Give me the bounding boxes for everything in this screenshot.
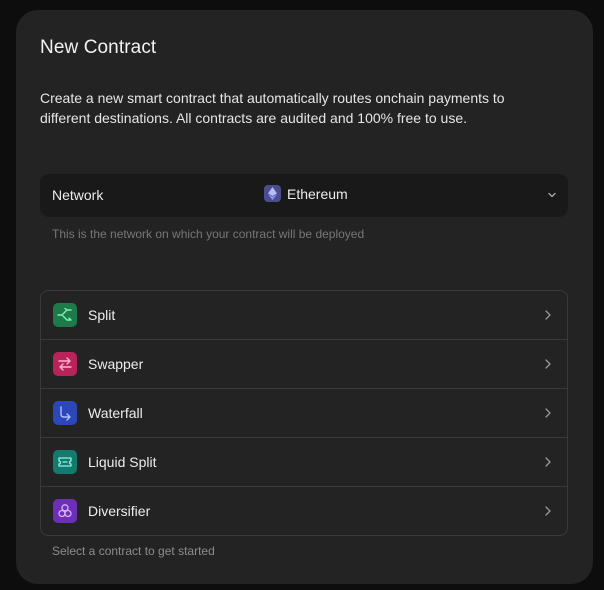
contract-option-label: Split (88, 307, 116, 323)
contract-option-label: Waterfall (88, 405, 143, 421)
diversifier-icon (53, 499, 77, 523)
chevron-right-icon (545, 457, 551, 467)
liquid-split-icon (53, 450, 77, 474)
dialog-title: New Contract (40, 37, 157, 58)
chevron-right-icon (545, 359, 551, 369)
network-help-text: This is the network on which your contra… (52, 227, 365, 241)
chevron-down-icon (548, 192, 556, 198)
contract-option-swapper[interactable]: Swapper (41, 340, 567, 389)
contract-option-diversifier[interactable]: Diversifier (41, 487, 567, 535)
chevron-right-icon (545, 506, 551, 516)
network-selected-label: Ethereum (287, 185, 348, 202)
network-label: Network (52, 187, 104, 203)
waterfall-icon (53, 401, 77, 425)
ethereum-icon (264, 185, 281, 202)
contract-option-label: Liquid Split (88, 454, 157, 470)
swapper-icon (53, 352, 77, 376)
network-selected-value: Ethereum (264, 185, 348, 202)
contract-option-split[interactable]: Split (41, 291, 567, 340)
contract-type-list: Split Swapper Waterfall Liquid Split Div… (40, 290, 568, 536)
contract-option-waterfall[interactable]: Waterfall (41, 389, 567, 438)
contract-help-text: Select a contract to get started (52, 544, 215, 558)
split-icon (53, 303, 77, 327)
new-contract-dialog: New Contract Create a new smart contract… (16, 10, 593, 584)
chevron-right-icon (545, 310, 551, 320)
network-select[interactable]: Network Ethereum (40, 174, 568, 217)
contract-option-label: Swapper (88, 356, 144, 372)
contract-option-label: Diversifier (88, 503, 151, 519)
contract-option-liquid-split[interactable]: Liquid Split (41, 438, 567, 487)
chevron-right-icon (545, 408, 551, 418)
dialog-description: Create a new smart contract that automat… (40, 90, 505, 126)
